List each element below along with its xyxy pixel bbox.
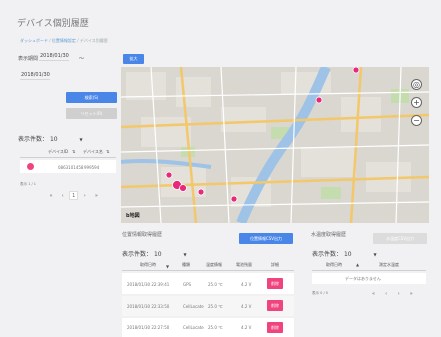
position-col-type[interactable]: 種類	[182, 262, 190, 268]
location-marker-icon	[165, 171, 173, 179]
position-time-cell: 2018/01/30 22:27:50	[127, 325, 170, 330]
chevron-down-icon: ▼	[183, 252, 187, 257]
position-csv-button[interactable]: 位置情報CSV出力	[239, 233, 293, 244]
sort-asc-icon[interactable]: ▲	[356, 262, 359, 267]
date-dash: 〜	[79, 56, 85, 62]
position-col-detail: 詳細	[271, 262, 279, 267]
location-marker-icon	[315, 96, 323, 104]
location-marker-icon	[197, 188, 205, 196]
pager-last[interactable]: »	[91, 193, 101, 199]
position-time-cell: 2018/01/30 22:39:41	[127, 282, 170, 287]
expand-map-button[interactable]: 拡大	[123, 54, 144, 64]
position-type-cell: CellLocate	[183, 304, 204, 309]
pager-first[interactable]: «	[368, 291, 379, 297]
position-battery-cell: 4.2 V	[241, 325, 252, 330]
device-col-name[interactable]: デバイス名	[83, 149, 103, 155]
pager-first[interactable]: «	[46, 193, 56, 199]
start-date-input[interactable]: 2018/01/30	[39, 52, 69, 61]
position-temp-cell: 25.0 ℃	[208, 304, 223, 309]
position-count-select[interactable]: 表示件数： 10 ▼	[122, 249, 187, 258]
device-id-cell: 0863101458	[58, 165, 84, 170]
temp-count-select[interactable]: 表示件数： 10 ▼	[312, 249, 377, 258]
position-battery-cell: 4.2 V	[241, 304, 252, 309]
pager-next[interactable]: ›	[393, 291, 404, 297]
temp-paging-info: 表示 0 / 0	[312, 291, 328, 295]
position-type-cell: GPS	[183, 282, 192, 287]
end-date-input[interactable]: 2018/01/30	[20, 71, 50, 80]
location-marker-icon	[352, 67, 360, 74]
delete-button[interactable]: 削除	[267, 300, 283, 311]
temp-csv-button[interactable]: 水温度CSV出力	[373, 233, 427, 244]
location-marker-icon	[230, 195, 238, 203]
position-col-time[interactable]: 取得日時	[140, 262, 156, 268]
device-count-select[interactable]: 表示件数： 10 ▼	[18, 134, 83, 143]
zoom-in-button[interactable]: +	[411, 97, 422, 108]
page: デバイス個別履歴 ダッシュボード / 位置情報設定 / デバイス別履歴 表示期間…	[0, 0, 441, 337]
pager-last[interactable]: »	[406, 291, 417, 297]
temp-history-title: 水温度取得履歴	[311, 232, 347, 238]
location-marker-icon	[179, 184, 187, 192]
temp-empty-message: データはありません	[345, 276, 381, 281]
breadcrumb-current: デバイス別履歴	[79, 38, 108, 43]
period-label: 表示期間	[18, 56, 39, 62]
map-canvas[interactable]	[121, 67, 429, 223]
device-col-id[interactable]: デバイスID	[48, 149, 68, 155]
device-pager: « ‹ 1 › »	[46, 191, 101, 200]
temp-col-value[interactable]: 測定水温度	[379, 262, 399, 268]
locate-icon[interactable]: ◎	[411, 79, 422, 90]
device-marker-icon	[27, 163, 34, 170]
position-history-title: 位置情報取得履歴	[122, 232, 163, 238]
position-col-battery[interactable]: 電池残量	[236, 262, 252, 268]
sort-icon[interactable]: ⇅	[106, 149, 109, 154]
breadcrumb-list[interactable]: 位置情報設定	[52, 38, 76, 43]
map-view[interactable]: ◎ + − b地図	[121, 67, 429, 223]
pager-prev[interactable]: ‹	[58, 193, 68, 199]
sort-desc-icon[interactable]: ▼	[166, 264, 169, 269]
device-name-cell: 999594	[84, 165, 100, 170]
position-time-cell: 2018/01/30 22:33:50	[127, 304, 170, 309]
position-temp-cell: 25.0 ℃	[208, 282, 223, 287]
zoom-out-button[interactable]: −	[411, 115, 422, 126]
page-title: デバイス個別履歴	[17, 19, 89, 29]
position-battery-cell: 4.2 V	[241, 282, 252, 287]
temp-col-time[interactable]: 取得日時	[326, 262, 342, 268]
search-button[interactable]: 検索(S)	[66, 92, 117, 103]
pager-prev[interactable]: ‹	[381, 291, 392, 297]
reset-button[interactable]: リセット(R)	[66, 108, 117, 119]
pager-page[interactable]: 1	[69, 191, 79, 200]
temp-pager: « ‹ › »	[368, 291, 417, 297]
chevron-down-icon: ▼	[79, 137, 83, 142]
position-type-cell: CellLocate	[183, 325, 204, 330]
breadcrumb: ダッシュボード / 位置情報設定 / デバイス別履歴	[20, 38, 108, 43]
breadcrumb-home[interactable]: ダッシュボード	[20, 38, 48, 43]
delete-button[interactable]: 削除	[267, 322, 283, 333]
map-brand-logo: b地図	[126, 213, 140, 219]
delete-button[interactable]: 削除	[267, 278, 283, 289]
chevron-down-icon: ▼	[373, 252, 377, 257]
device-paging-info: 表示 1 / 1	[20, 182, 36, 186]
pager-next[interactable]: ›	[80, 193, 90, 199]
position-col-temp[interactable]: 温度情報	[206, 262, 222, 268]
sort-icon[interactable]: ⇅	[72, 149, 75, 154]
position-temp-cell: 25.0 ℃	[208, 325, 223, 330]
